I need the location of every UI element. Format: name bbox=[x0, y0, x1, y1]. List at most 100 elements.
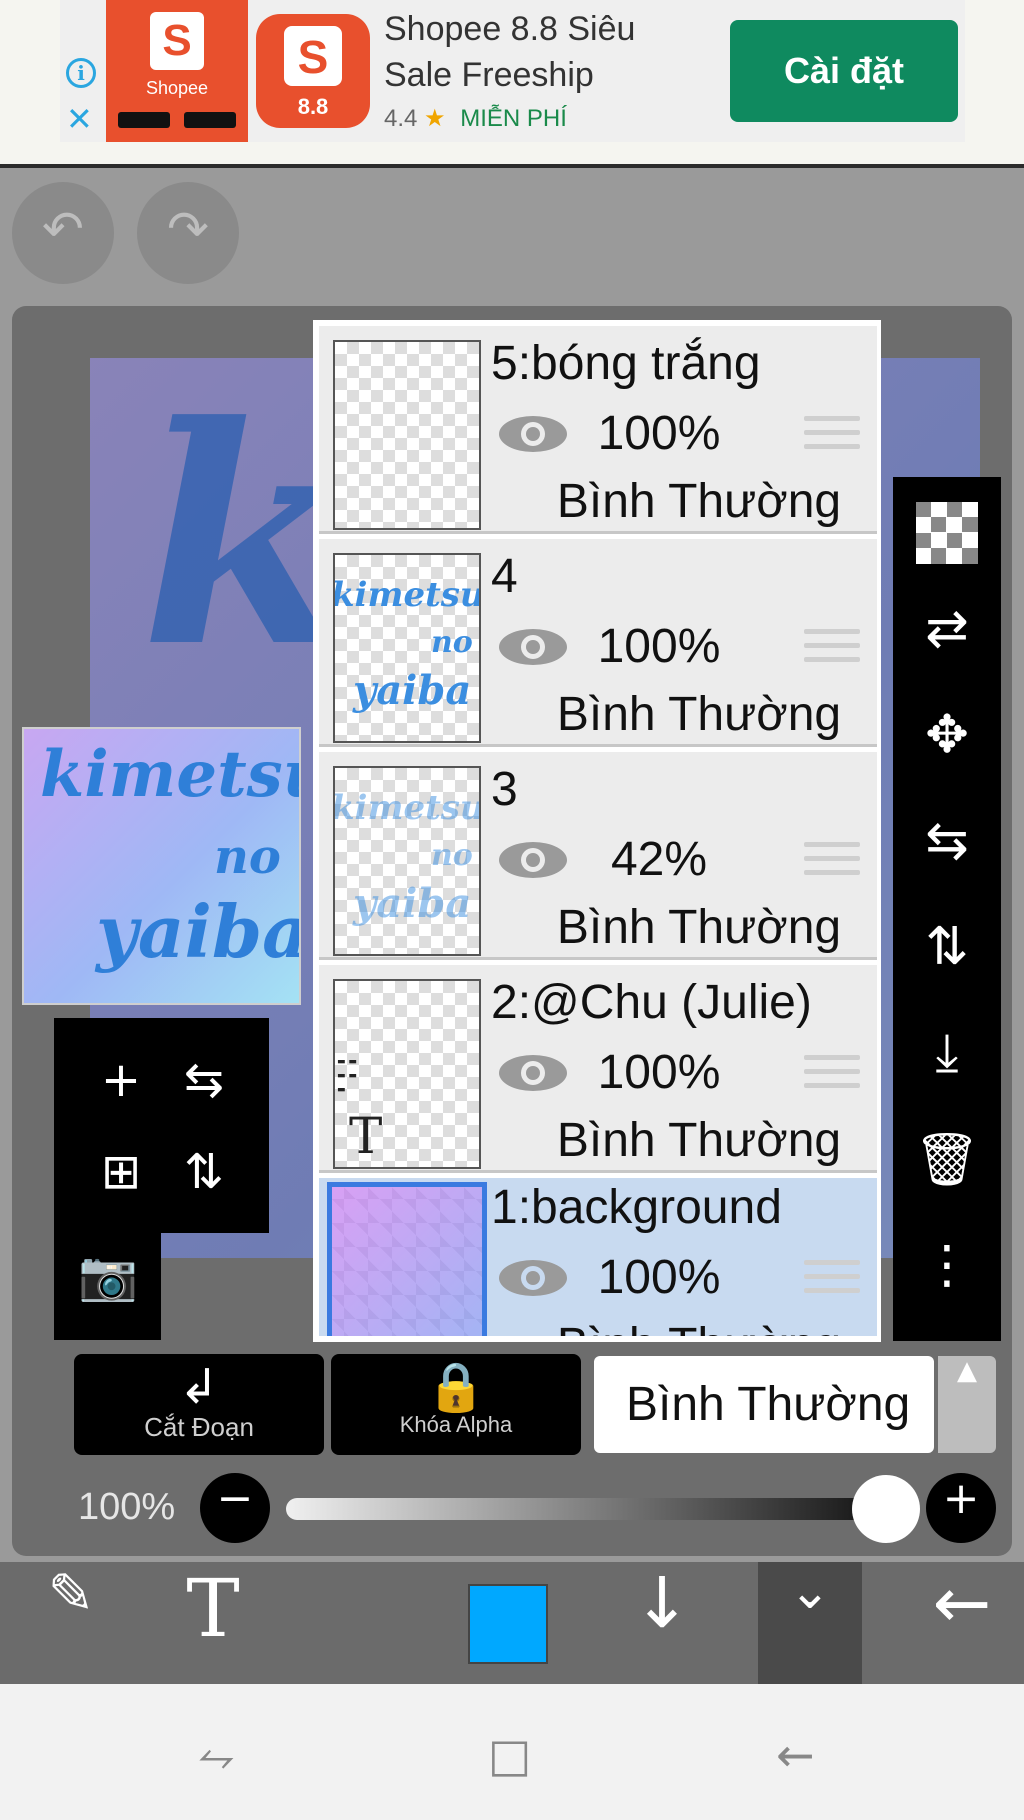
redo-button[interactable]: ↷ bbox=[137, 182, 239, 284]
layers-panel: 5:bóng trắng 100% Bình Thường kimetsu no… bbox=[313, 320, 881, 1342]
add-copy-layer-icon[interactable]: ⊞ bbox=[81, 1144, 161, 1224]
layer-item[interactable]: 5:bóng trắng 100% Bình Thường bbox=[319, 326, 877, 534]
drag-handle-icon[interactable] bbox=[804, 1055, 860, 1097]
layer-opacity: 100% bbox=[597, 1046, 721, 1099]
eye-icon[interactable] bbox=[497, 625, 569, 669]
drag-handle-icon[interactable] bbox=[804, 1260, 860, 1302]
brush-eraser-toggle-icon[interactable]: ✎ bbox=[16, 1562, 126, 1684]
redo-icon: ↷ bbox=[167, 200, 209, 258]
undo-button[interactable]: ↶ bbox=[12, 182, 114, 284]
back-arrow-icon[interactable]: ← bbox=[912, 1562, 1012, 1684]
text-layer-icon: T bbox=[349, 1107, 383, 1165]
chevron-up-icon[interactable]: ▲ bbox=[938, 1356, 996, 1453]
swap-layer-icon[interactable]: ⇄ bbox=[907, 599, 987, 679]
layer-opacity: 100% bbox=[597, 620, 721, 673]
opacity-slider-knob[interactable] bbox=[852, 1475, 920, 1543]
layer-name: 2:@Chu (Julie) bbox=[491, 976, 812, 1029]
layer-name: 3 bbox=[491, 763, 518, 816]
drag-handle-icon[interactable] bbox=[804, 629, 860, 671]
ad-logo-badge: 8.8 bbox=[297, 94, 329, 119]
layer-tools-panel: + ⇆ ⊞ ⇅ bbox=[54, 1018, 269, 1233]
clipping-button[interactable]: ↲ Cắt Đoạn bbox=[74, 1354, 324, 1455]
collapse-chevron-icon[interactable]: ⌄ bbox=[758, 1562, 862, 1684]
bottom-toolbar: ✎ T ↓ ⌄ ← bbox=[0, 1562, 1024, 1684]
opacity-slider[interactable] bbox=[286, 1498, 886, 1520]
layer-actions-panel: ⇄ ✥ ⇆ ⇅ ⤓ 🗑 ⋮ bbox=[893, 477, 1001, 1341]
move-icon[interactable]: ✥ bbox=[907, 705, 987, 785]
flip-vertical-icon[interactable]: ⇅ bbox=[164, 1144, 244, 1224]
layer-thumbnail[interactable] bbox=[327, 1182, 487, 1336]
camera-icon[interactable]: 📷 bbox=[68, 1247, 148, 1327]
flip-vertical-icon[interactable]: ⇅ bbox=[907, 917, 987, 997]
layer-item[interactable]: ▬ ▬ ▬ ▬ ▬ T 2:@Chu (Julie) 100% Bình Thườn… bbox=[319, 965, 877, 1173]
more-options-icon[interactable]: ⋮ bbox=[907, 1235, 987, 1315]
layer-name: 4 bbox=[491, 550, 518, 603]
add-layer-icon[interactable]: + bbox=[81, 1052, 161, 1132]
close-icon[interactable]: ✕ bbox=[66, 100, 93, 138]
thumb-art: kimetsu bbox=[333, 788, 481, 828]
install-button[interactable]: Cài đặt bbox=[730, 20, 958, 122]
layer-thumbnail[interactable]: ▬ ▬ ▬ ▬ ▬ T bbox=[333, 979, 481, 1169]
recent-apps-icon[interactable]: ⥊ bbox=[198, 1728, 235, 1784]
opacity-value: 100% bbox=[78, 1486, 176, 1528]
clipping-arrow-icon: ↲ bbox=[178, 1359, 220, 1415]
drag-handle-icon[interactable] bbox=[804, 416, 860, 458]
flip-horizontal-icon[interactable]: ⇆ bbox=[164, 1052, 244, 1132]
thumb-art: yaiba bbox=[353, 880, 472, 927]
shopping-bag-icon: S bbox=[150, 12, 204, 70]
merge-down-icon[interactable]: ⤓ bbox=[907, 1023, 987, 1103]
eye-icon[interactable] bbox=[497, 412, 569, 456]
arrow-down-icon[interactable]: ↓ bbox=[612, 1562, 712, 1684]
transparency-grid-icon[interactable] bbox=[907, 493, 987, 573]
layer-blend-mode: Bình Thường bbox=[556, 901, 842, 954]
trash-icon[interactable]: 🗑 bbox=[907, 1129, 987, 1209]
thumb-art: no bbox=[431, 838, 473, 873]
layer-item[interactable]: kimetsu no yaiba 3 42% Bình Thường bbox=[319, 752, 877, 960]
color-swatch[interactable] bbox=[468, 1562, 548, 1684]
layer-thumbnail[interactable]: kimetsu no yaiba bbox=[333, 766, 481, 956]
eye-icon[interactable] bbox=[497, 1256, 569, 1300]
opacity-decrease-button[interactable]: − bbox=[200, 1473, 270, 1543]
eye-icon[interactable] bbox=[497, 1051, 569, 1095]
star-icon: ★ bbox=[424, 105, 446, 132]
thumb-art: no bbox=[431, 625, 473, 660]
layer-name: 1:background bbox=[491, 1181, 782, 1234]
canvas-preview-thumbnail[interactable]: kimetsu no yaiba bbox=[22, 727, 301, 1005]
home-icon[interactable]: □ bbox=[488, 1728, 531, 1782]
layer-blend-mode: Bình Thường bbox=[556, 688, 842, 741]
flip-horizontal-icon[interactable]: ⇆ bbox=[907, 811, 987, 891]
undo-icon: ↶ bbox=[42, 200, 84, 258]
ad-price: MIỄN PHÍ bbox=[460, 105, 567, 132]
thumb-art: yaiba bbox=[353, 667, 472, 714]
alpha-lock-button[interactable]: 🔒 Khóa Alpha bbox=[331, 1354, 581, 1455]
google-play-badge-icon bbox=[184, 112, 236, 128]
info-icon[interactable]: i bbox=[66, 58, 96, 88]
ad-banner[interactable]: i ✕ S Shopee S 8.8 Shopee 8.8 Siêu Sale … bbox=[0, 0, 1024, 168]
layer-opacity: 42% bbox=[610, 833, 708, 886]
system-nav-bar: ⥊ □ ← bbox=[0, 1684, 1024, 1820]
drag-handle-icon[interactable] bbox=[804, 842, 860, 884]
thumb-art: kimetsu bbox=[333, 575, 481, 615]
layer-blend-mode: Bình Thường bbox=[539, 1318, 859, 1336]
ad-rating: 4.4 ★ MIỄN PHÍ bbox=[384, 104, 567, 133]
ad-title[interactable]: Shopee 8.8 Siêu Sale Freeship bbox=[384, 6, 674, 98]
layer-name: 5:bóng trắng bbox=[491, 337, 761, 390]
nav-back-icon[interactable]: ← bbox=[776, 1728, 815, 1782]
shopee-app-icon[interactable]: S 8.8 bbox=[256, 14, 370, 128]
layer-item[interactable]: kimetsu no yaiba 4 100% Bình Thường bbox=[319, 539, 877, 747]
ad-logo-text: Shopee bbox=[145, 78, 209, 98]
blend-mode-select[interactable]: Bình Thường bbox=[594, 1356, 934, 1453]
eye-icon[interactable] bbox=[497, 838, 569, 882]
layer-thumbnail[interactable]: kimetsu no yaiba bbox=[333, 553, 481, 743]
color-swatch-fill bbox=[468, 1584, 548, 1664]
text-tool-icon[interactable]: T bbox=[158, 1562, 268, 1684]
layer-thumbnail[interactable] bbox=[333, 340, 481, 530]
layer-item-selected[interactable]: 1:background 100% Bình Thường bbox=[319, 1178, 877, 1336]
alpha-lock-label: Khóa Alpha bbox=[399, 1412, 513, 1437]
thumb-text-1: kimetsu bbox=[40, 737, 301, 812]
shopee-logo-tile[interactable]: S Shopee bbox=[106, 0, 248, 142]
opacity-increase-button[interactable]: + bbox=[926, 1473, 996, 1543]
text-lines-icon: ▬ ▬ ▬ ▬ ▬ bbox=[337, 1057, 357, 1095]
layer-tools-panel-bottom: 📷 bbox=[54, 1233, 161, 1340]
app-store-badge-icon bbox=[118, 112, 170, 128]
